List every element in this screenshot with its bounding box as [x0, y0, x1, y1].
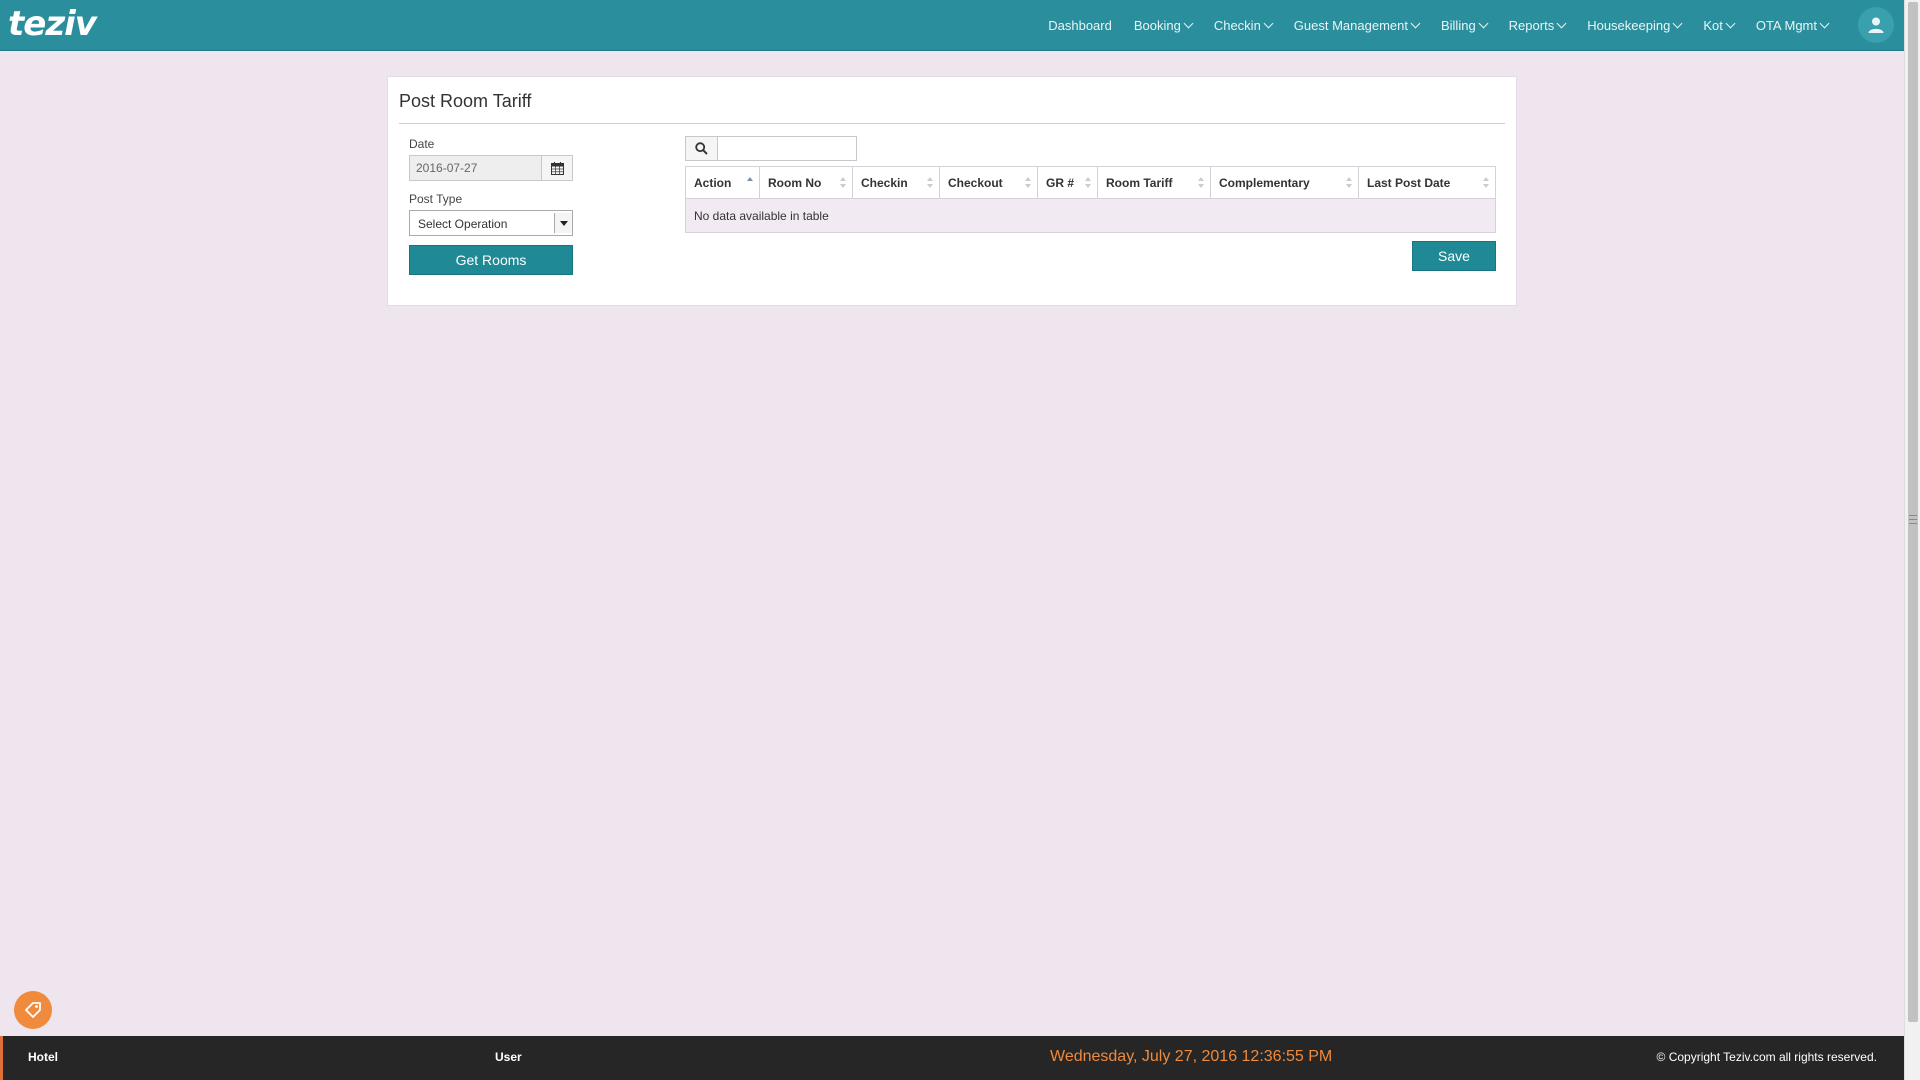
chevron-down-icon — [1725, 18, 1736, 28]
nav-item-label: Reports — [1508, 18, 1555, 33]
table-header-row: Action Room No Checkin Checkout GR # Roo… — [685, 166, 1496, 199]
page-scrollbar[interactable] — [1904, 0, 1920, 1080]
column-header-room-tariff[interactable]: Room Tariff — [1097, 166, 1211, 199]
chevron-down-icon — [1263, 18, 1274, 28]
post-type-label: Post Type — [409, 192, 463, 206]
chevron-down-icon — [1672, 18, 1683, 28]
dropdown-arrow-icon[interactable] — [554, 213, 572, 233]
app-logo[interactable]: teziv — [8, 4, 97, 44]
divider — [399, 123, 1505, 124]
scrollbar-thumb[interactable] — [1908, 2, 1918, 1022]
search-icon — [695, 142, 708, 155]
user-menu-button[interactable] — [1858, 7, 1894, 43]
table-search — [685, 136, 857, 161]
footer-datetime: Wednesday, July 27, 2016 12:36:55 PM — [1050, 1048, 1333, 1065]
date-label: Date — [409, 137, 435, 151]
chevron-down-icon — [1819, 18, 1830, 28]
nav-item-booking[interactable]: Booking — [1133, 18, 1194, 33]
table-row: No data available in table — [685, 198, 1496, 233]
calendar-icon — [550, 161, 564, 175]
nav-item-guest-management[interactable]: Guest Management — [1293, 18, 1421, 33]
column-header-label: Room No — [768, 175, 822, 190]
chevron-down-icon — [1410, 18, 1421, 28]
column-header-last-post-date[interactable]: Last Post Date — [1358, 166, 1496, 199]
grip-icon — [1909, 515, 1917, 524]
chevron-down-icon — [1183, 18, 1194, 28]
nav-item-label: Dashboard — [1048, 18, 1112, 33]
column-header-label: Action — [694, 175, 732, 190]
sort-icon — [840, 177, 847, 189]
column-header-label: Checkin — [861, 175, 908, 190]
sort-icon — [927, 177, 934, 189]
search-input[interactable] — [719, 137, 856, 160]
nav-item-label: Billing — [1440, 18, 1476, 33]
search-button[interactable] — [686, 137, 718, 160]
nav-item-label: Kot — [1703, 18, 1723, 33]
nav-item-label: Booking — [1133, 18, 1181, 33]
nav-item-dashboard[interactable]: Dashboard — [1048, 18, 1112, 33]
nav-item-checkin[interactable]: Checkin — [1213, 18, 1274, 33]
sort-ascending-icon — [747, 177, 754, 189]
post-room-tariff-panel: Post Room Tariff Date Post Type Select O… — [387, 76, 1517, 306]
column-header-checkin[interactable]: Checkin — [852, 166, 940, 199]
date-field — [409, 155, 573, 181]
footer-bar: Hotel User Wednesday, July 27, 2016 12:3… — [0, 1036, 1904, 1080]
chevron-down-icon — [1478, 18, 1489, 28]
floating-tag-button[interactable] — [14, 991, 52, 1029]
date-input[interactable] — [410, 156, 542, 180]
nav-item-reports[interactable]: Reports — [1508, 18, 1567, 33]
footer-copyright: © Copyright Teziv.com all rights reserve… — [1656, 1050, 1877, 1064]
sort-icon — [1198, 177, 1205, 189]
column-header-label: Room Tariff — [1106, 175, 1173, 190]
column-header-action[interactable]: Action — [685, 166, 760, 199]
sort-icon — [1085, 177, 1092, 189]
user-icon — [1868, 17, 1884, 33]
calendar-button[interactable] — [541, 156, 572, 180]
column-header-room-no[interactable]: Room No — [759, 166, 853, 199]
main-nav: Dashboard Booking Checkin Guest Manageme… — [1026, 0, 1830, 51]
column-header-gr-number[interactable]: GR # — [1037, 166, 1098, 199]
nav-item-ota-mgmt[interactable]: OTA Mgmt — [1755, 18, 1830, 33]
footer-hotel: Hotel — [28, 1050, 58, 1064]
post-type-select[interactable]: Select Operation — [409, 210, 573, 236]
column-header-label: Last Post Date — [1367, 175, 1451, 190]
column-header-label: Checkout — [948, 175, 1003, 190]
tag-icon — [25, 1002, 41, 1018]
rooms-table: Action Room No Checkin Checkout GR # Roo… — [685, 166, 1496, 233]
column-header-checkout[interactable]: Checkout — [939, 166, 1038, 199]
page-title: Post Room Tariff — [399, 91, 532, 111]
column-header-label: Complementary — [1219, 175, 1310, 190]
nav-item-label: Guest Management — [1293, 18, 1408, 33]
footer-user: User — [495, 1050, 522, 1064]
nav-item-kot[interactable]: Kot — [1703, 18, 1736, 33]
nav-item-label: Checkin — [1213, 18, 1261, 33]
nav-item-billing[interactable]: Billing — [1440, 18, 1489, 33]
nav-item-label: OTA Mgmt — [1755, 18, 1817, 33]
column-header-complementary[interactable]: Complementary — [1210, 166, 1359, 199]
top-navbar: teziv Dashboard Booking Checkin Guest Ma… — [0, 0, 1904, 51]
post-type-selected-value: Select Operation — [418, 217, 508, 231]
sort-icon — [1346, 177, 1353, 189]
column-header-label: GR # — [1046, 175, 1075, 190]
chevron-down-icon — [1556, 18, 1567, 28]
sort-icon — [1483, 177, 1490, 189]
sort-icon — [1025, 177, 1032, 189]
empty-table-message: No data available in table — [685, 198, 1496, 233]
nav-item-housekeeping[interactable]: Housekeeping — [1587, 18, 1683, 33]
get-rooms-button[interactable]: Get Rooms — [409, 245, 573, 275]
nav-item-label: Housekeeping — [1587, 18, 1671, 33]
save-button[interactable]: Save — [1412, 241, 1496, 271]
